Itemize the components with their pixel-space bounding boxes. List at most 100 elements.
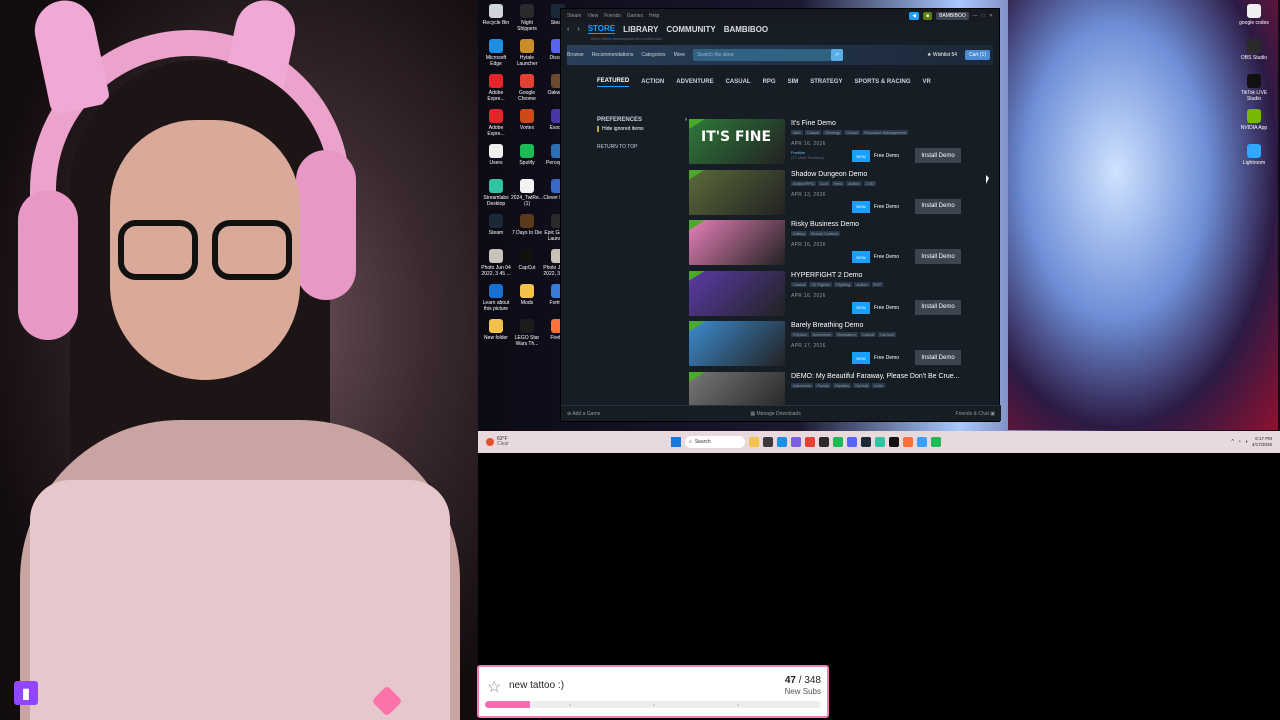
install-demo-button[interactable]: Install Demo	[915, 148, 961, 163]
tag[interactable]: Cartoon	[878, 332, 897, 338]
user-menu[interactable]: BAMBIBOO	[936, 11, 969, 20]
steam-menu-friends[interactable]: Friends	[604, 13, 621, 19]
tag[interactable]: PvP	[871, 281, 883, 287]
genre-tab[interactable]: ADVENTURE	[676, 79, 713, 85]
demo-row[interactable]: Risky Business Demo Dating Sexual Content…	[689, 218, 969, 269]
tag[interactable]: Strategy	[823, 130, 843, 135]
game-thumbnail[interactable]	[689, 220, 785, 266]
desktop-icon[interactable]: Google Chrome	[511, 74, 543, 102]
network-icon[interactable]: ◔	[1238, 439, 1241, 445]
tray-chevron-icon[interactable]: ^	[1232, 439, 1234, 445]
back-icon[interactable]: ‹	[567, 26, 569, 33]
tag[interactable]: Casual	[804, 130, 822, 135]
tag[interactable]: Resource Management	[862, 130, 908, 135]
taskbar-app-icon[interactable]	[777, 437, 787, 447]
taskbar-app-icon[interactable]	[875, 437, 885, 447]
desktop-icon[interactable]: CapCut	[511, 249, 543, 271]
taskbar-app-icon[interactable]	[903, 437, 913, 447]
nav-profile[interactable]: BAMBIBOO	[724, 25, 768, 34]
game-thumbnail[interactable]	[689, 321, 785, 367]
tag[interactable]: 2.5D	[863, 180, 876, 186]
search-icon[interactable]: ⌕	[830, 49, 843, 61]
desktop-icon[interactable]: Adobe Expre...	[480, 109, 512, 137]
volume-icon[interactable]: ◖	[1245, 439, 1248, 445]
genre-tab[interactable]: FEATURED	[597, 78, 630, 87]
tag[interactable]: Physics	[791, 332, 809, 338]
hide-ignored-option[interactable]: Hide ignored items	[597, 126, 687, 132]
desktop-icon[interactable]: Lightroom	[1234, 144, 1274, 166]
game-title[interactable]: Barely Breathing Demo	[791, 322, 863, 329]
desktop-icon[interactable]: Streamlabs Desktop	[480, 179, 512, 207]
desktop-icon[interactable]: NVIDIA App	[1234, 109, 1274, 131]
taskbar-app-icon[interactable]	[861, 437, 871, 447]
tag[interactable]: Mystery	[833, 382, 852, 388]
desktop-icon[interactable]: TikTok LIVE Studio	[1234, 74, 1274, 102]
tag[interactable]: Adventure	[810, 332, 834, 338]
game-thumbnail[interactable]: IT'S FINE	[689, 119, 785, 164]
demo-row[interactable]: Barely Breathing Demo Physics Adventure Si…	[689, 319, 969, 370]
install-demo-button[interactable]: Install Demo	[915, 350, 961, 366]
genre-tab[interactable]: RPG	[763, 79, 776, 85]
desktop-icon[interactable]: Learn about this picture	[480, 284, 512, 312]
taskbar-app-icon[interactable]	[749, 437, 759, 447]
nav-community[interactable]: COMMUNITY	[666, 25, 715, 34]
demo-row[interactable]: DEMO: My Beautiful Faraway, Please Don't…	[689, 370, 969, 405]
genre-tab[interactable]: STRATEGY	[810, 79, 842, 85]
broadcast-icon[interactable]: ◀	[909, 11, 920, 20]
game-thumbnail[interactable]	[689, 169, 785, 215]
genre-tab[interactable]: SPORTS & RACING	[855, 79, 911, 85]
steam-menu-view[interactable]: View	[587, 13, 598, 19]
desktop-icon[interactable]: 7 Days to Die	[511, 214, 543, 236]
tag[interactable]: Clicker	[844, 130, 861, 135]
menu-recommendations[interactable]: Recommendations	[592, 52, 634, 58]
desktop-icon[interactable]: Steam	[480, 214, 512, 236]
desktop-icon[interactable]: Hytale Launcher	[511, 39, 543, 67]
tag[interactable]: Action RPG	[791, 180, 816, 186]
tag[interactable]: Action	[854, 281, 870, 287]
weather-widget[interactable]: 63°F Clear	[486, 437, 509, 447]
steam-menu-help[interactable]: Help	[649, 13, 659, 19]
tag[interactable]: Simulation	[835, 332, 858, 338]
store-content[interactable]: PREFERENCES › Hide ignored items RETURN T…	[561, 109, 1001, 405]
menu-browse[interactable]: Browse	[567, 52, 584, 58]
manage-downloads-button[interactable]: ▦ Manage Downloads	[750, 411, 800, 417]
genre-tab[interactable]: CASUAL	[726, 79, 751, 85]
desktop-icon[interactable]: google codes	[1234, 4, 1274, 26]
game-title[interactable]: DEMO: My Beautiful Faraway, Please Don't…	[791, 373, 960, 380]
desktop-icon[interactable]: Users	[480, 144, 512, 166]
tag[interactable]: Puzzle	[815, 382, 832, 388]
taskbar-app-icon[interactable]	[805, 437, 815, 447]
tag[interactable]: Idler	[791, 130, 803, 135]
tag[interactable]: Hero	[831, 180, 845, 186]
install-demo-button[interactable]: Install Demo	[915, 299, 961, 315]
desktop-icon[interactable]: Mods	[511, 284, 543, 306]
tag[interactable]: Sexual Content	[808, 231, 840, 237]
desktop-icon[interactable]: Photo Jun 04 2022, 3 45 ...	[480, 249, 512, 277]
game-title[interactable]: Risky Business Demo	[791, 221, 859, 228]
tag[interactable]: Action	[846, 180, 862, 186]
install-demo-button[interactable]: Install Demo	[915, 198, 961, 214]
wishlist-button[interactable]: ★ Wishlist 54	[927, 52, 957, 58]
tag[interactable]: Adventure	[791, 382, 814, 388]
cart-button[interactable]: Cart (1)	[965, 50, 990, 60]
friends-chat-button[interactable]: Friends & Chat ▣	[956, 411, 995, 417]
game-title[interactable]: Shadow Dungeon Demo	[791, 171, 867, 178]
game-title[interactable]: It's Fine Demo	[791, 120, 836, 127]
desktop-icon[interactable]: LEGO Star Wars Th...	[511, 319, 543, 347]
tag[interactable]: Casual	[859, 332, 877, 338]
tag[interactable]: Surreal	[853, 382, 871, 388]
desktop-icon[interactable]: New folder	[480, 319, 512, 341]
tag[interactable]: 2D Fighter	[809, 281, 833, 287]
store-search-input[interactable]: Search the store ⌕	[692, 49, 843, 61]
taskbar-app-icon[interactable]	[763, 437, 773, 447]
tag[interactable]: Indie	[872, 382, 885, 388]
game-title[interactable]: HYPERFIGHT 2 Demo	[791, 272, 862, 279]
clock[interactable]: 6:17 PM 4/17/2026	[1252, 436, 1272, 448]
desktop-icon[interactable]: Night Shippers	[511, 4, 543, 32]
minimize-icon[interactable]: —	[973, 13, 978, 19]
taskbar-app-icon[interactable]	[833, 437, 843, 447]
desktop-icon[interactable]: 2024_TwiRe... (1)	[511, 179, 543, 207]
tag[interactable]: Loot	[817, 180, 830, 186]
forward-icon[interactable]: ›	[577, 26, 579, 33]
menu-more[interactable]: More	[674, 52, 685, 58]
